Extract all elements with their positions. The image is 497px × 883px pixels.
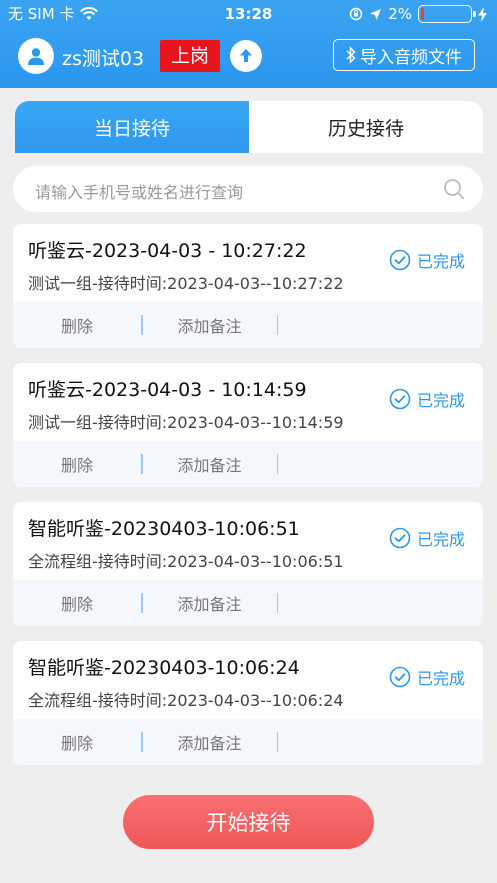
app-header: 无 SIM 卡 13:28 2% zs测试03 上岗 导入音频文件 [0, 0, 497, 88]
user-name: zs测试03 [62, 48, 145, 70]
orientation-lock-icon [349, 7, 363, 21]
avatar[interactable] [18, 38, 54, 74]
record-actions: 删除 添加备注 [13, 719, 483, 765]
nav-bar: zs测试03 上岗 导入音频文件 [0, 34, 497, 80]
record-status: 已完成 [389, 387, 465, 411]
record-card[interactable]: 智能听鉴-20230403-10:06:51 全流程组-接待时间:2023-04… [13, 502, 483, 626]
search-icon[interactable] [443, 178, 465, 200]
location-icon [370, 8, 382, 20]
battery-icon [418, 5, 476, 23]
delete-button[interactable]: 删除 [13, 730, 141, 754]
tab-today[interactable]: 当日接待 [15, 101, 249, 153]
record-card[interactable]: 听鉴云-2023-04-03 - 10:27:22 测试一组-接待时间:2023… [13, 224, 483, 348]
status-right: 2% [349, 0, 487, 28]
check-circle-icon [389, 388, 411, 410]
record-status-label: 已完成 [416, 530, 465, 549]
record-subtitle: 测试一组-接待时间:2023-04-03--10:27:22 [28, 274, 344, 293]
record-title: 智能听鉴-20230403-10:06:24 [28, 657, 300, 679]
record-subtitle: 全流程组-接待时间:2023-04-03--10:06:24 [28, 691, 344, 710]
record-actions: 删除 添加备注 [13, 441, 483, 487]
check-circle-icon [389, 527, 411, 549]
record-title: 智能听鉴-20230403-10:06:51 [28, 518, 300, 540]
delete-button[interactable]: 删除 [13, 591, 141, 615]
tab-history[interactable]: 历史接待 [249, 101, 483, 153]
record-actions: 删除 添加备注 [13, 580, 483, 626]
record-status: 已完成 [389, 248, 465, 272]
record-subtitle: 全流程组-接待时间:2023-04-03--10:06:51 [28, 552, 344, 571]
charging-icon [478, 6, 487, 22]
on-duty-badge[interactable]: 上岗 [160, 40, 220, 72]
upload-button[interactable] [230, 40, 262, 72]
search-input[interactable]: 请输入手机号或姓名进行查询 [13, 166, 483, 212]
import-audio-button[interactable]: 导入音频文件 [333, 39, 475, 71]
tab-bar: 当日接待 历史接待 [15, 101, 483, 153]
record-card[interactable]: 听鉴云-2023-04-03 - 10:14:59 测试一组-接待时间:2023… [13, 363, 483, 487]
add-note-button[interactable]: 添加备注 [143, 730, 277, 754]
record-title: 听鉴云-2023-04-03 - 10:14:59 [28, 379, 307, 401]
user-icon [27, 48, 45, 65]
divider [276, 732, 278, 752]
delete-button[interactable]: 删除 [13, 313, 141, 337]
search-placeholder: 请输入手机号或姓名进行查询 [35, 183, 244, 202]
add-note-button[interactable]: 添加备注 [143, 591, 277, 615]
status-bar: 无 SIM 卡 13:28 2% [0, 0, 497, 28]
import-audio-label: 导入音频文件 [360, 47, 462, 68]
check-circle-icon [389, 666, 411, 688]
add-note-button[interactable]: 添加备注 [143, 452, 277, 476]
record-status-label: 已完成 [416, 391, 465, 410]
record-actions: 删除 添加备注 [13, 302, 483, 348]
record-card[interactable]: 智能听鉴-20230403-10:06:24 全流程组-接待时间:2023-04… [13, 641, 483, 765]
divider [276, 593, 278, 613]
check-circle-icon [389, 249, 411, 271]
add-note-button[interactable]: 添加备注 [143, 313, 277, 337]
record-status: 已完成 [389, 665, 465, 689]
battery-percent: 2% [388, 5, 412, 23]
record-subtitle: 测试一组-接待时间:2023-04-03--10:14:59 [28, 413, 344, 432]
record-status: 已完成 [389, 526, 465, 550]
record-status-label: 已完成 [416, 669, 465, 688]
bluetooth-icon [346, 46, 356, 64]
record-title: 听鉴云-2023-04-03 - 10:27:22 [28, 240, 307, 262]
start-reception-button[interactable]: 开始接待 [123, 795, 374, 849]
upload-arrow-icon [240, 49, 252, 62]
record-status-label: 已完成 [416, 252, 465, 271]
divider [276, 315, 278, 335]
divider [276, 454, 278, 474]
delete-button[interactable]: 删除 [13, 452, 141, 476]
